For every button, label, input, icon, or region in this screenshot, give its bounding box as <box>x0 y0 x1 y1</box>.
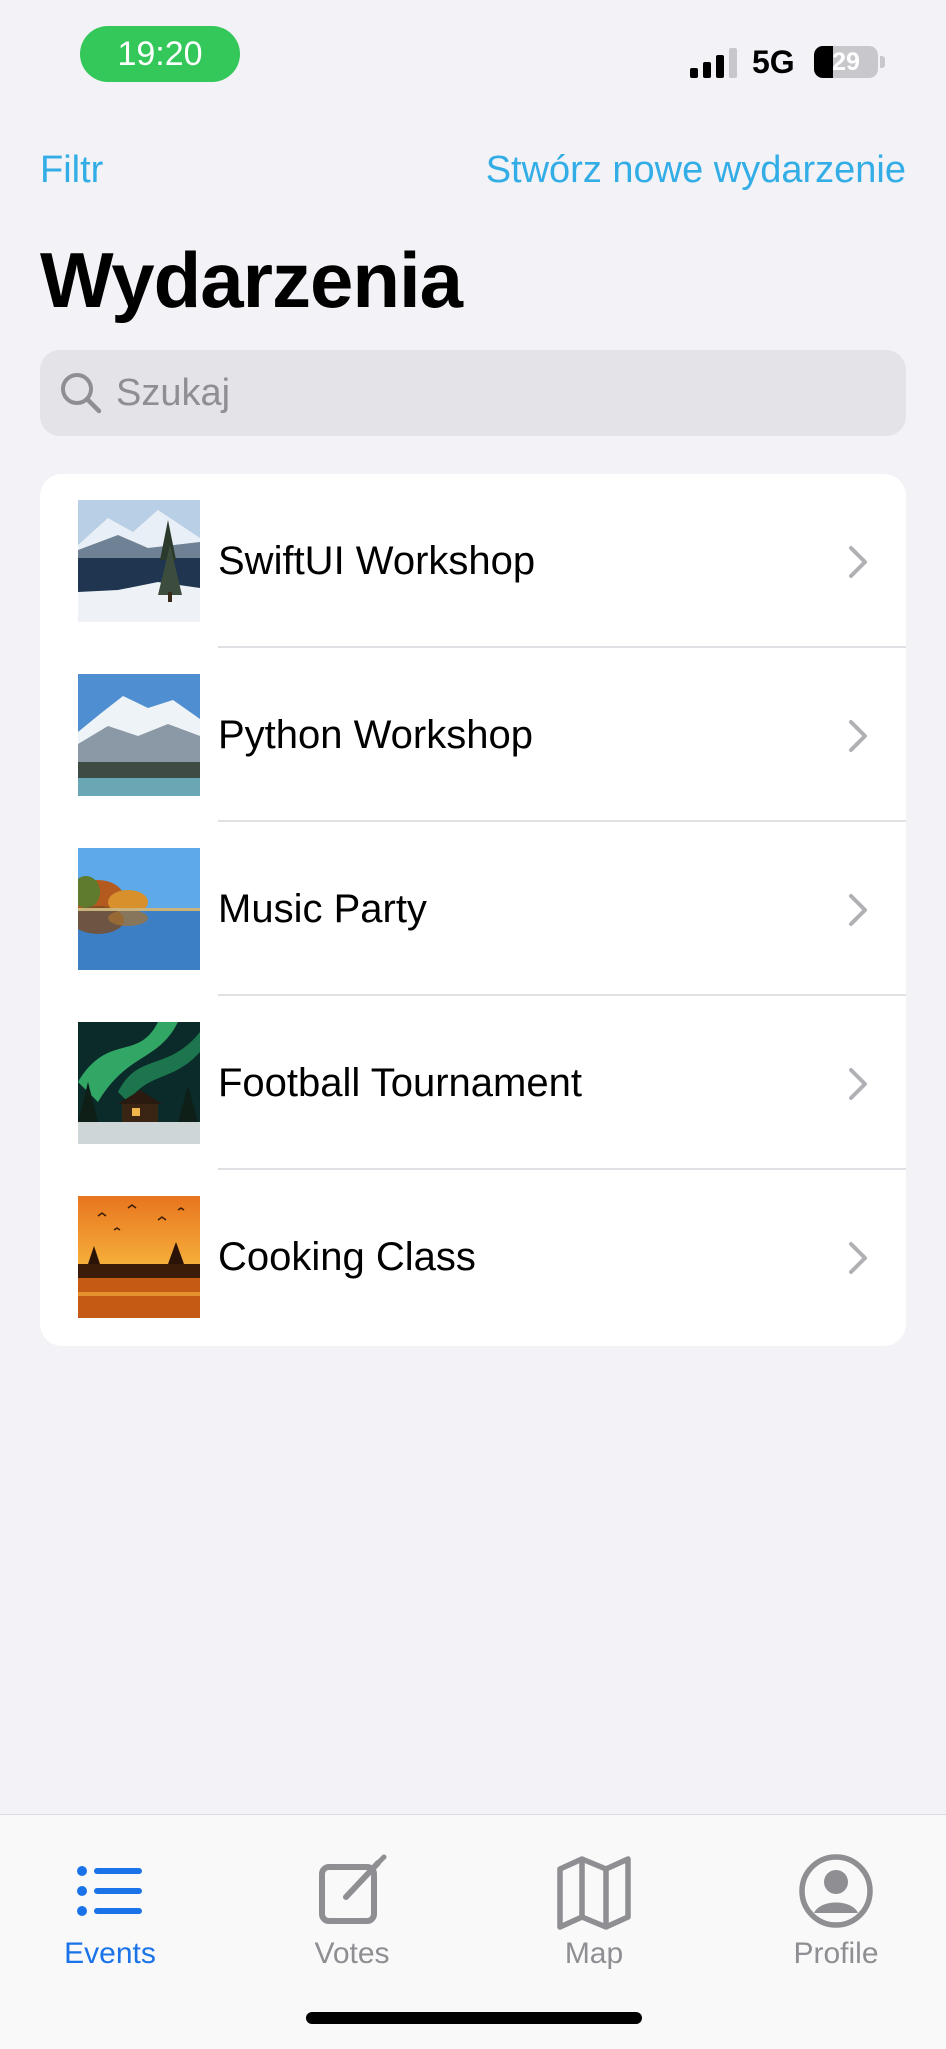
event-thumbnail <box>78 500 200 622</box>
event-row-football-tournament[interactable]: Football Tournament <box>40 996 906 1170</box>
chevron-right-icon <box>849 720 867 752</box>
battery-icon: 29 <box>814 46 878 78</box>
search-icon <box>61 373 102 414</box>
event-thumbnail <box>78 1022 200 1144</box>
network-type: 5G <box>752 44 795 80</box>
event-title: Football Tournament <box>218 1061 582 1105</box>
event-title: Music Party <box>218 887 427 931</box>
search-bar[interactable] <box>40 350 906 436</box>
list-bullet-icon <box>77 1866 142 1916</box>
navigation-bar: Filtr Stwórz nowe wydarzenie <box>40 140 906 200</box>
person-circle-icon <box>799 1854 873 1928</box>
event-title: Python Workshop <box>218 713 533 757</box>
event-list: SwiftUI Workshop Python Workshop Music P… <box>40 474 906 1346</box>
battery-level: 29 <box>832 48 860 76</box>
filter-button[interactable]: Filtr <box>40 140 103 200</box>
event-title: Cooking Class <box>218 1235 476 1279</box>
tab-label: Events <box>64 1937 156 1970</box>
event-title: SwiftUI Workshop <box>218 539 536 583</box>
event-row-python-workshop[interactable]: Python Workshop <box>40 648 906 822</box>
cellular-signal-icon <box>690 48 737 78</box>
event-row-swiftui-workshop[interactable]: SwiftUI Workshop <box>40 474 906 648</box>
chevron-right-icon <box>849 1068 867 1100</box>
chevron-right-icon <box>849 546 867 578</box>
page-title: Wydarzenia <box>40 236 463 324</box>
event-thumbnail <box>78 848 200 970</box>
snow-mountain-range-image <box>78 674 200 796</box>
map-icon <box>557 1856 631 1930</box>
tab-label: Map <box>564 1937 624 1970</box>
status-bar: 19:20 5G 29 <box>0 0 946 110</box>
search-input[interactable] <box>116 350 886 436</box>
chevron-right-icon <box>849 894 867 926</box>
event-thumbnail <box>78 674 200 796</box>
tab-profile[interactable]: Profile <box>736 1851 936 1981</box>
battery-cap <box>880 56 885 68</box>
sunset-lake-birds-image <box>78 1196 200 1318</box>
home-indicator <box>306 2012 642 2024</box>
event-thumbnail <box>78 1196 200 1318</box>
autumn-lake-reflection-image <box>78 848 200 970</box>
chevron-right-icon <box>849 1242 867 1274</box>
snowy-lake-mountains-image <box>78 500 200 622</box>
northern-lights-cabin-image <box>78 1022 200 1144</box>
event-row-music-party[interactable]: Music Party <box>40 822 906 996</box>
tab-map[interactable]: Map <box>494 1851 694 1981</box>
status-time: 19:20 <box>80 26 240 82</box>
create-event-button[interactable]: Stwórz nowe wydarzenie <box>486 140 906 200</box>
event-row-cooking-class[interactable]: Cooking Class <box>40 1170 906 1344</box>
square-pencil-icon <box>319 1854 387 1924</box>
tab-events[interactable]: Events <box>10 1851 210 1981</box>
tab-votes[interactable]: Votes <box>252 1851 452 1981</box>
tab-label: Profile <box>793 1937 879 1970</box>
tab-label: Votes <box>314 1937 390 1970</box>
